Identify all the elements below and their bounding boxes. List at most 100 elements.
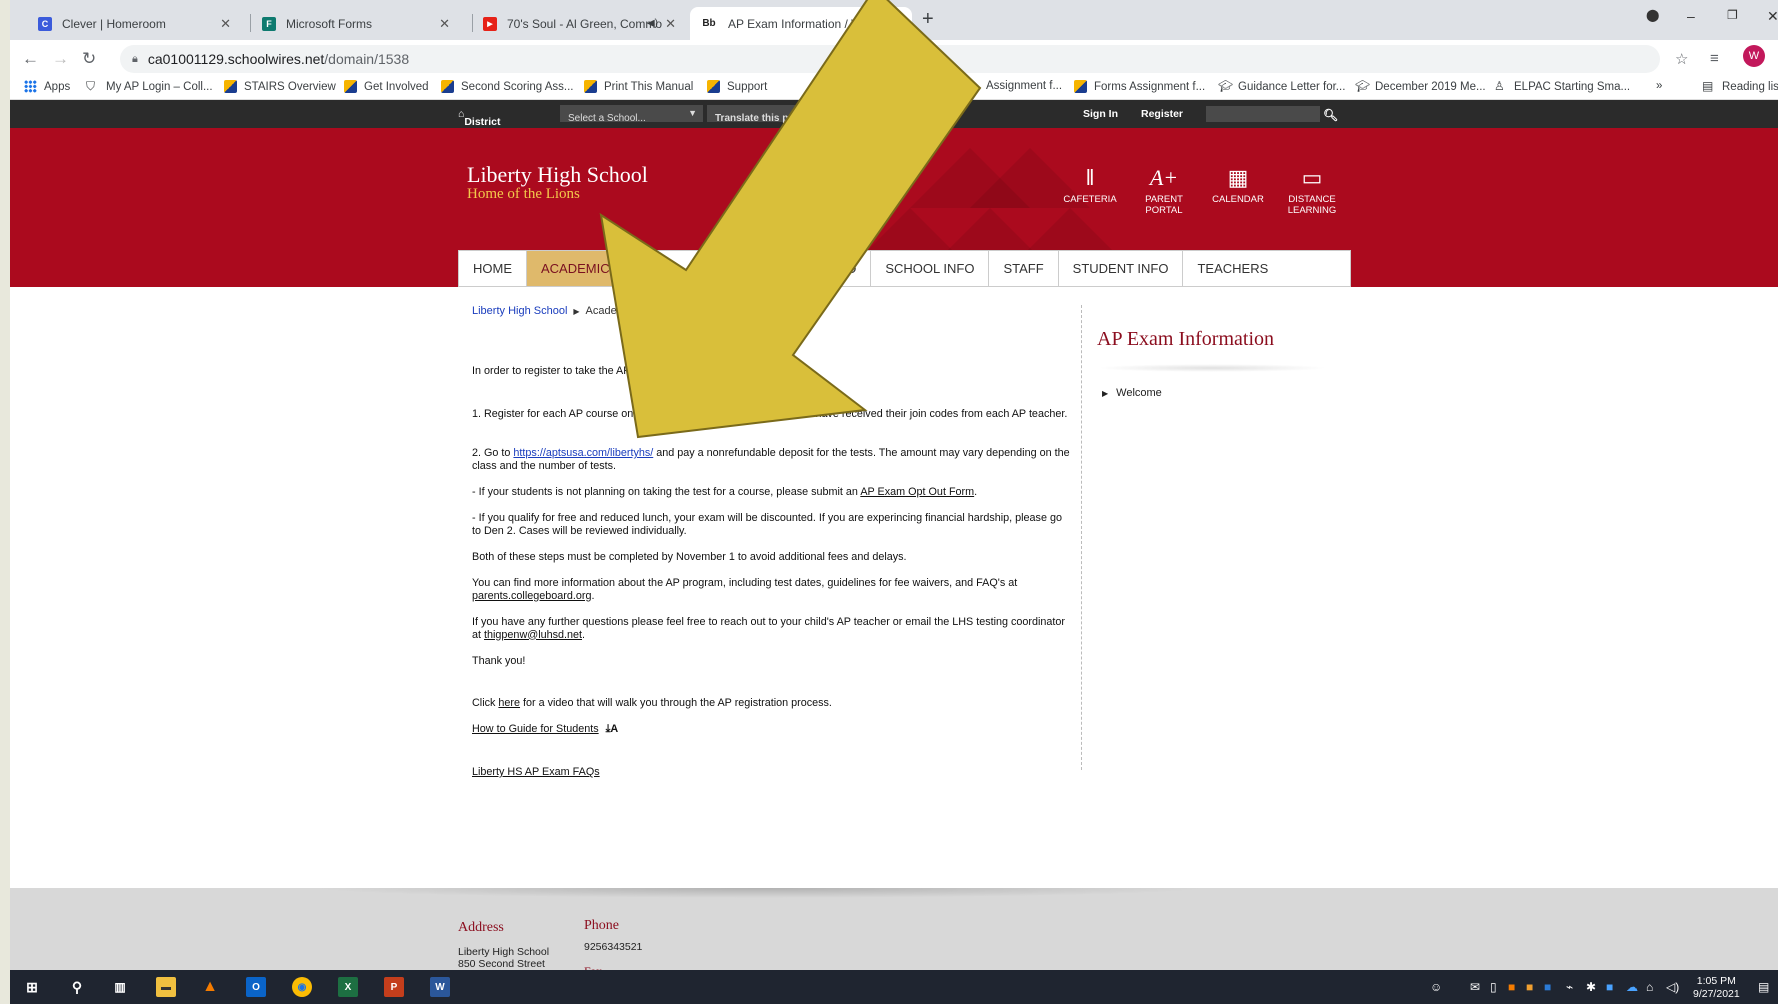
bookmark-my-ap-login[interactable]: ⛉ My AP Login – Coll...	[86, 80, 213, 93]
close-window-button[interactable]: ✕	[1767, 8, 1778, 25]
bookmark-reading-list[interactable]: ▤ Reading list	[1702, 80, 1778, 93]
menu-icon[interactable]: ⋮	[1772, 50, 1778, 68]
how-to-guide-link[interactable]: How to Guide for Students	[472, 723, 599, 735]
network-icon[interactable]: ⌁	[1566, 980, 1573, 994]
bookmark-get-involved[interactable]: Get Involved	[344, 80, 429, 93]
download-icon[interactable]: ⤓A	[606, 723, 619, 735]
vlc-icon[interactable]: ▲	[200, 977, 220, 997]
tab-youtube[interactable]: ▶ 70's Soul - Al Green, Commo ◀) ✕	[473, 7, 688, 40]
app-tray-icon[interactable]: ■	[1508, 980, 1515, 994]
nav-teachers[interactable]: TEACHERS	[1183, 251, 1282, 286]
new-tab-button[interactable]: +	[922, 8, 934, 31]
excel-icon[interactable]: X	[338, 977, 358, 997]
clever-icon: C	[38, 16, 52, 31]
volume-icon[interactable]: ◁)	[1666, 980, 1679, 994]
bookmark-apps[interactable]: Apps	[24, 80, 70, 93]
sidebar-item-welcome[interactable]: ▶ Welcome	[1102, 387, 1162, 399]
reload-icon[interactable]: ↻	[82, 49, 96, 69]
mute-icon[interactable]: ◀)	[647, 18, 658, 29]
task-view-icon[interactable]: ▥	[110, 977, 130, 997]
close-icon[interactable]: ✕	[665, 16, 676, 32]
faq-link[interactable]: Liberty HS AP Exam FAQs	[472, 766, 600, 778]
app-tray-icon[interactable]: ■	[1526, 980, 1533, 994]
thanks-text: Thank you!	[472, 655, 526, 667]
register-link[interactable]: Register	[1141, 108, 1183, 120]
close-icon[interactable]: ✕	[439, 16, 450, 32]
quick-link-parent-portal[interactable]: A+ PARENT PORTAL	[1129, 164, 1199, 216]
bookmark-forms-assignment[interactable]: Forms Assignment f...	[1074, 80, 1205, 93]
bookmark-second-scoring[interactable]: Second Scoring Ass...	[441, 80, 574, 93]
people-icon[interactable]: ☺	[1430, 980, 1442, 994]
bookmark-star-icon[interactable]: ☆	[1675, 50, 1688, 68]
opt-out-form-link[interactable]: AP Exam Opt Out Form	[860, 486, 974, 498]
profile-avatar[interactable]: W	[1743, 45, 1765, 67]
bookmark-december-2019[interactable]: 🎓︎ December 2019 Me...	[1355, 80, 1486, 93]
restore-button[interactable]: ❐	[1727, 8, 1738, 22]
email-link[interactable]: thigpenw@luhsd.net	[484, 629, 582, 641]
tab-clever[interactable]: C Clever | Homeroom ✕	[28, 7, 243, 40]
browser-tab-strip: C Clever | Homeroom ✕ F Microsoft Forms …	[10, 0, 1778, 40]
nav-school-info[interactable]: SCHOOL INFO	[871, 251, 990, 286]
outlook-icon[interactable]: O	[246, 977, 266, 997]
district-home-link[interactable]: ⌂ District Home	[458, 108, 501, 140]
close-icon[interactable]: ✕	[220, 16, 231, 32]
bluetooth-icon[interactable]: ✱	[1586, 980, 1596, 994]
search-icon[interactable]: ⚲	[67, 977, 87, 997]
tab-microsoft-forms[interactable]: F Microsoft Forms ✕	[252, 7, 462, 40]
search-icon[interactable]: 🔍︎	[1323, 108, 1338, 122]
flag-icon	[441, 80, 454, 93]
forward-icon[interactable]: →	[52, 49, 69, 69]
quick-link-cafeteria[interactable]: ǁ CAFETERIA	[1055, 164, 1125, 205]
chrome-icon[interactable]: ◉	[292, 977, 312, 997]
flag-icon	[224, 80, 237, 93]
usb-icon[interactable]: ▯	[1490, 980, 1497, 994]
more-bookmarks-icon[interactable]: »	[1656, 80, 1662, 92]
site-search-input[interactable]	[1206, 106, 1320, 122]
reading-list-icon[interactable]: ≡	[1710, 50, 1719, 67]
file-explorer-icon[interactable]: ▬	[156, 977, 176, 997]
nav-staff[interactable]: STAFF	[989, 251, 1059, 286]
select-school-dropdown[interactable]: Select a School... ▼	[560, 105, 703, 124]
quick-link-calendar[interactable]: ▦ CALENDAR	[1203, 164, 1273, 205]
wifi-icon[interactable]: ⌂	[1646, 980, 1653, 994]
content-divider	[1081, 305, 1082, 770]
lock-icon: 🔒︎	[132, 52, 138, 65]
powerpoint-icon[interactable]: P	[384, 977, 404, 997]
back-icon[interactable]: ←	[22, 49, 39, 69]
nav-student-info[interactable]: STUDENT INFO	[1059, 251, 1184, 286]
sign-in-link[interactable]: Sign In	[1083, 108, 1118, 120]
bookmark-guidance-letter[interactable]: 🎓︎ Guidance Letter for...	[1218, 80, 1345, 93]
bookmark-support[interactable]: Support	[707, 80, 767, 93]
bookmark-assignment[interactable]: Assignment f...	[986, 80, 1062, 92]
nav-academics[interactable]: ACADEMICS	[527, 251, 634, 286]
taskbar-clock[interactable]: 1:05 PM 9/27/2021	[1693, 975, 1740, 1001]
nav-home[interactable]: HOME	[459, 251, 527, 286]
flag-icon	[1074, 80, 1087, 93]
app-tray-icon[interactable]: ■	[1606, 980, 1613, 994]
quick-link-distance-learning[interactable]: ▭ DISTANCE LEARNING	[1277, 164, 1347, 216]
bookmarks-bar: Apps ⛉ My AP Login – Coll... STAIRS Overv…	[10, 76, 1778, 100]
school-name[interactable]: Liberty High School	[467, 162, 648, 188]
nav-hidden-item[interactable]	[633, 251, 824, 286]
video-here-link[interactable]: here	[498, 697, 520, 709]
outlook-tray-icon[interactable]: ■	[1544, 980, 1551, 994]
youtube-icon: ▶	[483, 16, 497, 31]
minimize-button[interactable]: –	[1687, 8, 1695, 24]
nav-info[interactable]: INFO	[823, 251, 872, 286]
mail-icon[interactable]: ✉	[1470, 980, 1480, 994]
tab-ap-exam[interactable]: Bb AP Exam Information / We	[690, 7, 912, 40]
windows-start-icon[interactable]: ⊞	[22, 977, 42, 997]
aptsusa-link[interactable]: https://aptsusa.com/libertyhs/	[513, 447, 653, 459]
translate-dropdown[interactable]: Translate this p	[707, 105, 827, 124]
word-icon[interactable]: W	[430, 977, 450, 997]
collegeboard-link[interactable]: parents.collegeboard.org	[472, 590, 591, 602]
notifications-icon[interactable]: ▤	[1758, 980, 1769, 994]
bookmark-stairs[interactable]: STAIRS Overview	[224, 80, 336, 93]
optout-text: - If your students is not planning on ta…	[472, 486, 978, 498]
breadcrumb-root[interactable]: Liberty High School	[472, 305, 567, 317]
cloud-icon[interactable]: ☁	[1626, 980, 1638, 994]
tab-search-icon[interactable]: ⬤	[1646, 8, 1659, 22]
bookmark-print-manual[interactable]: Print This Manual	[584, 80, 693, 93]
bookmark-elpac[interactable]: ♙ ELPAC Starting Sma...	[1494, 80, 1630, 93]
address-bar[interactable]: 🔒︎ ca01001129.schoolwires.net/domain/153…	[120, 45, 1660, 73]
